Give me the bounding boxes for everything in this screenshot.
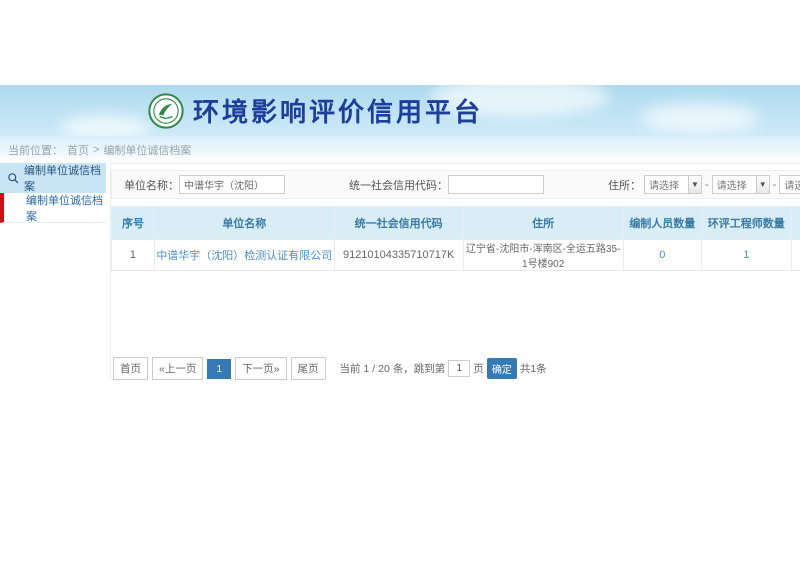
pager-current-label: 当前 [340,361,361,376]
pager-total: 共1条 [520,361,547,376]
table-row: 1 中谱华宇（沈阳）检测认证有限公司 91210104335710717K 辽宁… [112,240,800,271]
pager-mid-label: 条，跳到第 [393,361,446,376]
sidebar-item-label: 编制单位诚信档案 [26,192,106,224]
current-page-button[interactable]: 1 [207,359,231,379]
col-header-engineer-count: 环评工程师数量 [701,207,791,240]
content-panel: 单位名称： 统一社会信用代码： 住所： 请选择 ▼ - 请选择 ▼ - 请选择 … [110,163,800,380]
sidebar: 编制单位诚信档案 编制单位诚信档案 [0,163,106,223]
unit-name-input[interactable] [179,175,285,194]
breadcrumb-prefix: 当前位置： [8,142,63,158]
pagination-bar: 首页 «上一页 1 下一页» 尾页 当前 1 / 20 条，跳到第 页 确定 共… [111,357,800,380]
breadcrumb: 当前位置： 首页 > 编制单位诚信档案 [0,136,800,163]
breadcrumb-home-link[interactable]: 首页 [67,142,89,158]
staff-count-link[interactable]: 0 [659,249,665,261]
table-header-row: 序号 单位名称 统一社会信用代码 住所 编制人员数量 环评工程师数量 当前状态 … [112,207,800,240]
cell-status: 正常公开 [791,240,800,271]
goto-page-input[interactable] [448,360,470,377]
credit-code-label: 统一社会信用代码： [349,177,448,193]
goto-confirm-button[interactable]: 确定 [487,358,517,379]
page-title: 环境影响评价信用平台 [193,92,483,129]
pager-page-unit: 页 [473,361,484,376]
address-label: 住所： [608,177,641,193]
breadcrumb-separator: > [93,144,99,156]
city-select[interactable]: 请选择 ▼ [712,175,770,194]
first-page-button[interactable]: 首页 [113,357,148,380]
pager-fraction: 1 / 20 [364,363,390,375]
col-header-address: 住所 [463,207,623,240]
next-page-button[interactable]: 下一页» [235,357,286,380]
chevron-down-icon: ▼ [688,176,701,193]
province-select[interactable]: 请选择 ▼ [644,175,702,194]
search-toolbar: 单位名称： 统一社会信用代码： 住所： 请选择 ▼ - 请选择 ▼ - 请选择 … [111,170,800,199]
sidebar-header-label: 编制单位诚信档案 [24,162,106,194]
prev-page-button[interactable]: «上一页 [152,357,203,380]
cloud-decoration [60,115,150,136]
cell-address: 辽宁省-沈阳市-浑南区-全运五路35-1号楼902 [463,240,623,271]
col-header-index: 序号 [112,207,155,240]
unit-name-link[interactable]: 中谱华宇（沈阳）检测认证有限公司 [156,250,332,262]
platform-logo-icon [148,93,184,129]
district-select[interactable]: 请选择 ▼ [779,175,800,194]
breadcrumb-current: 编制单位诚信档案 [103,142,191,158]
results-table: 序号 单位名称 统一社会信用代码 住所 编制人员数量 环评工程师数量 当前状态 … [111,206,800,271]
last-page-button[interactable]: 尾页 [291,357,326,380]
sidebar-header-archives[interactable]: 编制单位诚信档案 [0,163,106,193]
site-banner: 环境影响评价信用平台 [0,85,800,136]
top-whitespace [0,0,800,85]
province-select-value: 请选择 [645,177,688,192]
chevron-down-icon: ▼ [756,176,769,193]
select-separator: - [773,179,777,191]
col-header-status: 当前状态 [791,207,800,240]
cell-credit-code: 91210104335710717K [334,240,463,271]
engineer-count-link[interactable]: 1 [743,249,749,261]
unit-name-label: 单位名称： [124,177,179,193]
cell-index: 1 [112,240,155,271]
cloud-decoration [640,103,760,133]
city-select-value: 请选择 [713,177,756,192]
district-select-value: 请选择 [780,177,800,192]
search-person-icon [7,172,19,184]
col-header-unit-name: 单位名称 [154,207,334,240]
credit-code-input[interactable] [448,175,544,194]
col-header-credit-code: 统一社会信用代码 [334,207,463,240]
col-header-staff-count: 编制人员数量 [623,207,701,240]
sidebar-item-archives[interactable]: 编制单位诚信档案 [0,193,106,223]
select-separator: - [705,179,709,191]
